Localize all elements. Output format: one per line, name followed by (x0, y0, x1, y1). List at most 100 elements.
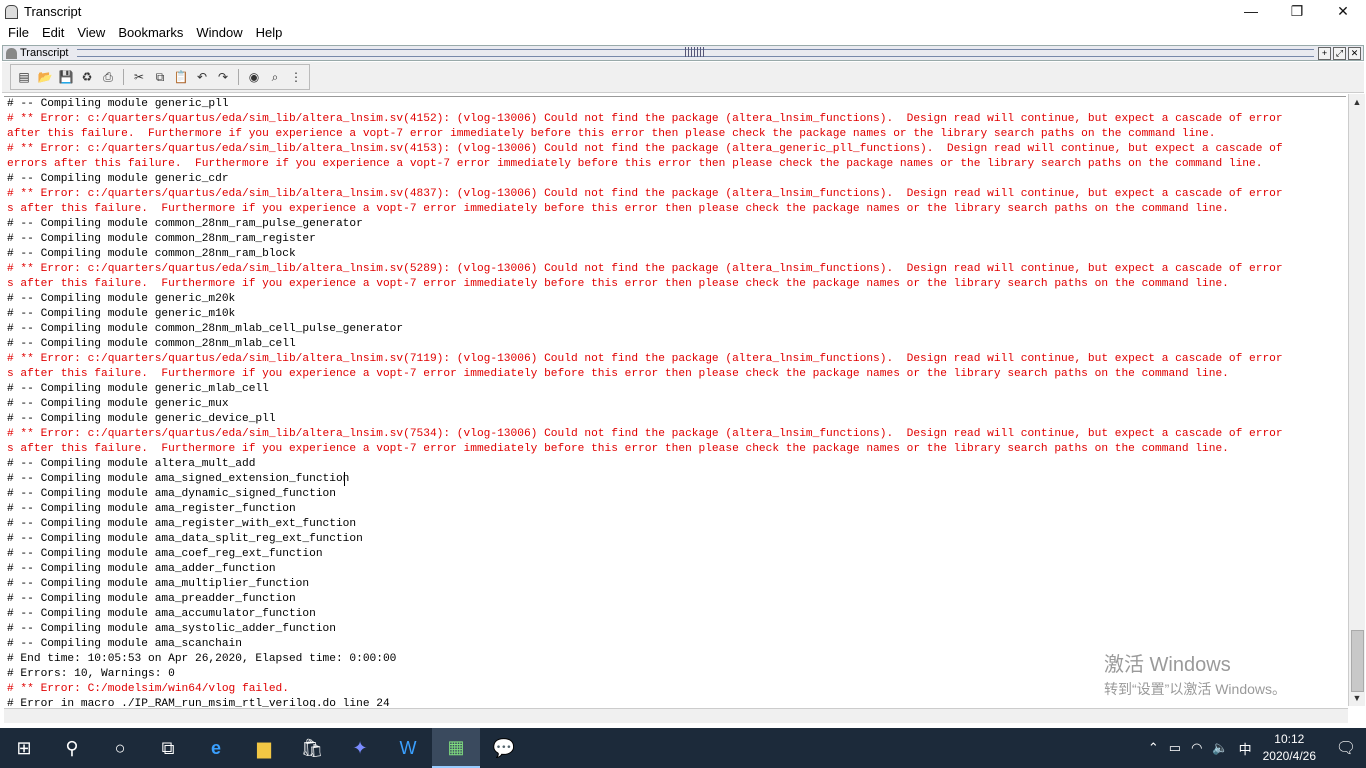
transcript-error-line: # ** Error: c:/quarters/quartus/eda/sim_… (7, 353, 1283, 365)
menu-file[interactable]: File (3, 25, 34, 40)
transcript-error-line: # ** Error: c:/quarters/quartus/eda/sim_… (7, 143, 1283, 155)
toolbar: ▤ 📂 💾 ♻ ⎙ ✂ ⧉ 📋 ↶ ↷ ◉ ⌕ ⋮ (2, 62, 1364, 93)
copy-icon[interactable]: ⧉ (151, 68, 169, 86)
transcript-error-line: s after this failure. Furthermore if you… (7, 278, 1229, 290)
transcript-line: # -- Compiling module generic_m10k (7, 308, 236, 320)
menu-window[interactable]: Window (191, 25, 247, 40)
wechat-icon[interactable]: 💬 (480, 728, 528, 768)
close-button[interactable]: ✕ (1320, 0, 1366, 22)
transcript-line: # -- Compiling module generic_mux (7, 398, 229, 410)
transcript-error-line: # ** Error: c:/quarters/quartus/eda/sim_… (7, 428, 1283, 440)
system-tray: ⌃ ▭ ◠ 🔈 中 10:12 2020/4/26 🗨 (1143, 728, 1366, 768)
transcript-line: # -- Compiling module ama_accumulator_fu… (7, 608, 316, 620)
transcript-error-line: s after this failure. Furthermore if you… (7, 368, 1229, 380)
transcript-line: # -- Compiling module common_28nm_mlab_c… (7, 338, 296, 350)
transcript-line: # -- Compiling module common_28nm_mlab_c… (7, 323, 404, 335)
notification-icon[interactable]: 🗨 (1326, 738, 1366, 758)
menu-view[interactable]: View (72, 25, 110, 40)
wps-icon[interactable]: W (384, 728, 432, 768)
transcript-icon (6, 47, 17, 59)
panel-buttons: + ⤢ ✕ (1318, 46, 1361, 60)
undo-icon[interactable]: ↶ (193, 68, 211, 86)
vertical-scrollbar[interactable]: ▲ ▼ (1348, 94, 1365, 706)
cortana-icon[interactable]: ○ (96, 728, 144, 768)
modelsim-app-icon (4, 4, 18, 19)
panel-drag-grip[interactable] (76, 47, 1314, 57)
scroll-up-arrow[interactable]: ▲ (1349, 94, 1365, 110)
scroll-thumb[interactable] (1351, 630, 1364, 692)
watermark-line2: 转到“设置”以激活 Windows。 (1104, 681, 1287, 697)
save-icon[interactable]: 💾 (57, 68, 75, 86)
transcript-line: # -- Compiling module ama_adder_function (7, 563, 276, 575)
horizontal-scrollbar[interactable] (4, 708, 1348, 723)
panel-title: Transcript (20, 47, 69, 59)
transcript-line: # -- Compiling module generic_mlab_cell (7, 383, 269, 395)
window-title: Transcript (24, 3, 82, 19)
menu-help[interactable]: Help (251, 25, 288, 40)
battery-icon[interactable]: ▭ (1169, 740, 1181, 756)
help-icon[interactable]: ◉ (245, 68, 263, 86)
toolbar-group: ▤ 📂 💾 ♻ ⎙ ✂ ⧉ 📋 ↶ ↷ ◉ ⌕ ⋮ (10, 64, 310, 90)
maximize-button[interactable]: ❐ (1274, 0, 1320, 22)
print-icon[interactable]: ⎙ (99, 68, 117, 86)
store-icon[interactable]: 🛍 (288, 728, 336, 768)
panel-undock-button[interactable]: ⤢ (1333, 46, 1346, 60)
transcript-error-line: # ** Error: c:/quarters/quartus/eda/sim_… (7, 113, 1283, 125)
new-icon[interactable]: ▤ (15, 68, 33, 86)
transcript-error-line: errors after this failure. Furthermore i… (7, 158, 1263, 170)
transcript-line: # -- Compiling module generic_cdr (7, 173, 229, 185)
find-icon[interactable]: ⌕ (266, 68, 284, 86)
network-icon[interactable]: ◠ (1191, 740, 1202, 756)
paste-icon[interactable]: 📋 (172, 68, 190, 86)
transcript-line: # -- Compiling module common_28nm_ram_pu… (7, 218, 363, 230)
menu-bookmarks[interactable]: Bookmarks (113, 25, 188, 40)
transcript-panel-header: Transcript + ⤢ ✕ (2, 45, 1364, 61)
clock-time: 10:12 (1274, 732, 1305, 746)
transcript-line: # -- Compiling module common_28nm_ram_re… (7, 233, 316, 245)
transcript-line: # -- Compiling module common_28nm_ram_bl… (7, 248, 296, 260)
transcript-error-line: after this failure. Furthermore if you e… (7, 128, 1216, 140)
menu-bar: File Edit View Bookmarks Window Help (0, 22, 1366, 43)
chevron-up-icon[interactable]: ⌃ (1148, 740, 1159, 756)
file-explorer-icon[interactable]: ▆ (240, 728, 288, 768)
panel-close-button[interactable]: ✕ (1348, 46, 1361, 60)
modelsim-icon[interactable]: ▦ (432, 728, 480, 768)
activation-watermark: 激活 Windows 转到“设置”以激活 Windows。 (1104, 648, 1286, 699)
window-titlebar: Transcript — ❐ ✕ (0, 0, 1366, 22)
text-cursor (344, 472, 345, 486)
app-icon[interactable]: ✦ (336, 728, 384, 768)
clock-date: 2020/4/26 (1262, 749, 1316, 763)
transcript-error-line: s after this failure. Furthermore if you… (7, 203, 1229, 215)
taskbar: ⊞ ⚲ ○ ⧉ e ▆ 🛍 ✦ W ▦ 💬 ⌃ ▭ ◠ 🔈 中 10:12 20… (0, 728, 1366, 768)
options-icon[interactable]: ⋮ (287, 68, 305, 86)
redo-icon[interactable]: ↷ (214, 68, 232, 86)
transcript-line: # -- Compiling module ama_signed_extensi… (7, 473, 350, 485)
window-controls: — ❐ ✕ (1228, 0, 1366, 22)
start-icon[interactable]: ⊞ (0, 728, 48, 768)
transcript-line: # -- Compiling module generic_m20k (7, 293, 236, 305)
toolbar-separator (238, 69, 239, 85)
transcript-line: # -- Compiling module ama_data_split_reg… (7, 533, 363, 545)
search-icon[interactable]: ⚲ (48, 728, 96, 768)
menu-edit[interactable]: Edit (37, 25, 69, 40)
scroll-down-arrow[interactable]: ▼ (1349, 690, 1365, 706)
panel-add-button[interactable]: + (1318, 46, 1331, 60)
minimize-button[interactable]: — (1228, 0, 1274, 22)
transcript-error-line: # ** Error: c:/quarters/quartus/eda/sim_… (7, 188, 1283, 200)
clock[interactable]: 10:12 2020/4/26 (1263, 731, 1316, 765)
open-icon[interactable]: 📂 (36, 68, 54, 86)
volume-icon[interactable]: 🔈 (1212, 740, 1228, 756)
ime-indicator[interactable]: 中 (1239, 739, 1252, 758)
task-view-icon[interactable]: ⧉ (144, 728, 192, 768)
transcript-line: # -- Compiling module generic_device_pll (7, 413, 276, 425)
transcript-line: # -- Compiling module ama_preadder_funct… (7, 593, 296, 605)
reload-icon[interactable]: ♻ (78, 68, 96, 86)
edge-icon[interactable]: e (192, 728, 240, 768)
cut-icon[interactable]: ✂ (130, 68, 148, 86)
watermark-line1: 激活 Windows (1104, 654, 1231, 676)
transcript-line: # -- Compiling module ama_multiplier_fun… (7, 578, 310, 590)
transcript-line: # -- Compiling module ama_register_with_… (7, 518, 357, 530)
transcript-output[interactable]: # -- Compiling module generic_pll # ** Er… (4, 96, 1346, 707)
transcript-line: # -- Compiling module ama_coef_reg_ext_f… (7, 548, 323, 560)
toolbar-separator (123, 69, 124, 85)
